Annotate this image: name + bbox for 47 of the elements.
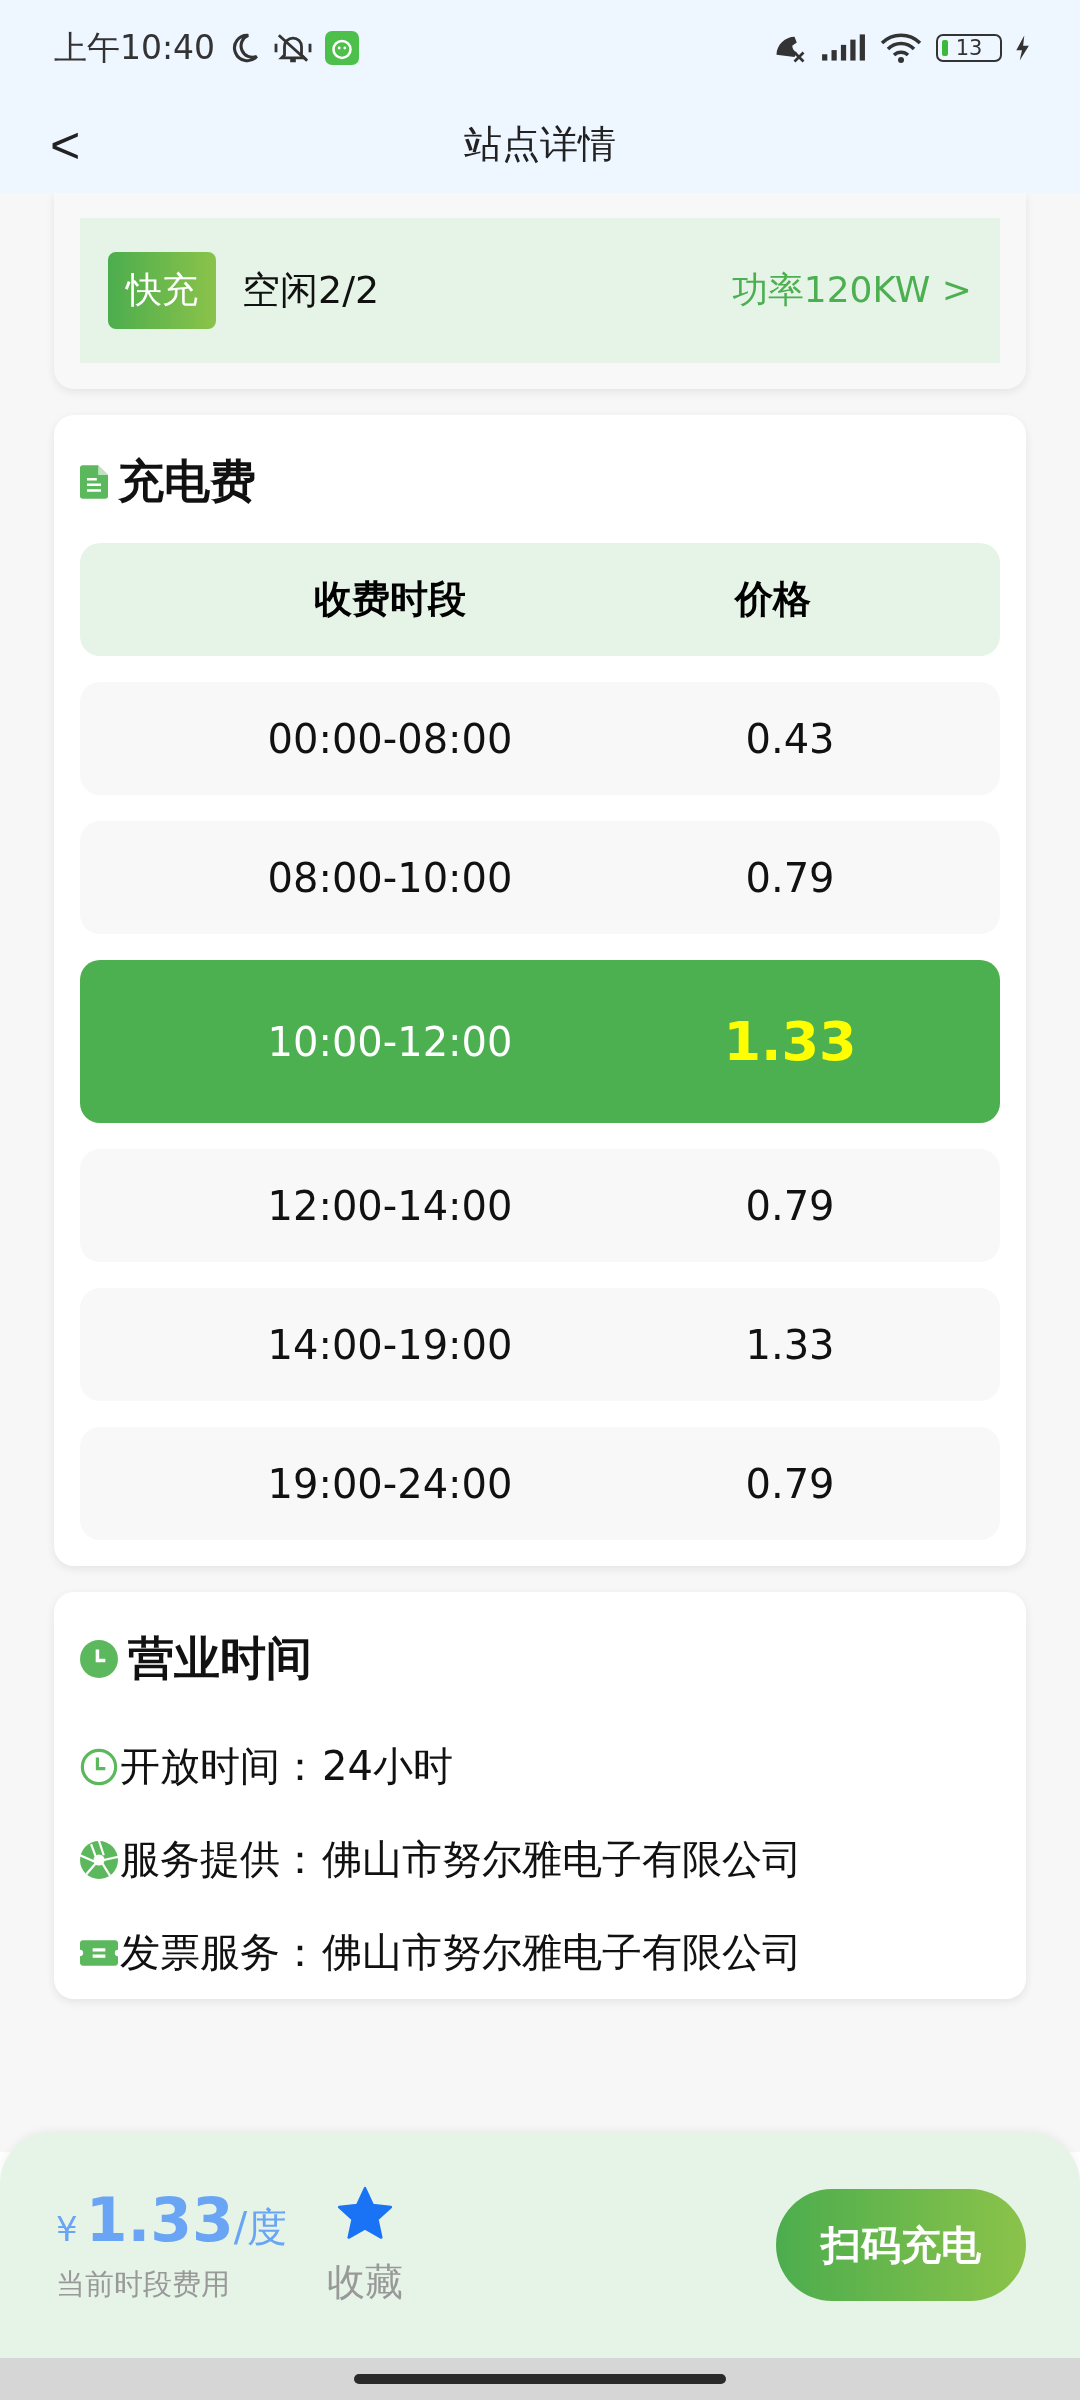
power-link[interactable]: 功率120KW > — [731, 266, 972, 315]
signal-icon — [820, 33, 866, 63]
scan-charge-button[interactable]: 扫码充电 — [776, 2189, 1026, 2301]
clock-icon — [80, 1640, 118, 1678]
charger-row[interactable]: 快充 空闲2/2 功率120KW > — [80, 218, 1000, 363]
price-text: 0.79 — [744, 854, 836, 901]
price-text: 0.79 — [744, 1182, 836, 1229]
charge-type-tag: 快充 — [108, 252, 216, 329]
price-unit: /度 — [233, 2203, 288, 2252]
favorite-button[interactable]: 收藏 — [327, 2182, 404, 2308]
period-text: 12:00-14:00 — [266, 1182, 514, 1229]
period-text: 00:00-08:00 — [266, 715, 514, 762]
info-label: 开放时间： — [120, 1742, 320, 1791]
price-text: 0.79 — [744, 1460, 836, 1507]
period-text: 08:00-10:00 — [266, 854, 514, 901]
app-icon — [325, 31, 360, 65]
info-value: 24小时 — [322, 1742, 453, 1791]
price-caption: 当前时段费用 — [56, 2266, 231, 2303]
info-label: 发票服务： — [120, 1928, 320, 1977]
muted-bell-icon — [273, 31, 314, 65]
clock-time: 上午10:40 — [54, 26, 216, 69]
price-text: 0.43 — [744, 715, 836, 762]
document-icon — [80, 464, 108, 500]
back-button[interactable]: < — [30, 114, 101, 175]
period-text: 19:00-24:00 — [266, 1460, 514, 1507]
section-title: 营业时间 — [128, 1630, 312, 1687]
column-header: 价格 — [733, 576, 812, 623]
info-label: 服务提供： — [120, 1835, 320, 1884]
battery-fill — [942, 40, 948, 56]
wifi-icon — [878, 32, 924, 64]
availability-text: 空闲2/2 — [242, 267, 381, 314]
column-header: 收费时段 — [313, 576, 467, 623]
section-title: 充电费 — [118, 453, 256, 510]
charging-bolt-icon — [1014, 34, 1030, 62]
current-price: 1.33 — [85, 2185, 234, 2255]
info-value: 佛山市努尔雅电子有限公司 — [322, 1928, 802, 1977]
price-text: 1.33 — [722, 1010, 858, 1073]
currency-symbol: ¥ — [56, 2209, 78, 2249]
clock-icon — [80, 1747, 118, 1786]
battery-level: 13 — [955, 36, 983, 60]
period-text: 14:00-19:00 — [266, 1321, 514, 1368]
info-value: 佛山市努尔雅电子有限公司 — [322, 1835, 802, 1884]
home-indicator[interactable] — [354, 2374, 726, 2384]
price-text: 1.33 — [744, 1321, 836, 1368]
aperture-icon — [80, 1840, 118, 1879]
period-text: 10:00-12:00 — [266, 1018, 514, 1065]
page-title: 站点详情 — [463, 121, 617, 168]
